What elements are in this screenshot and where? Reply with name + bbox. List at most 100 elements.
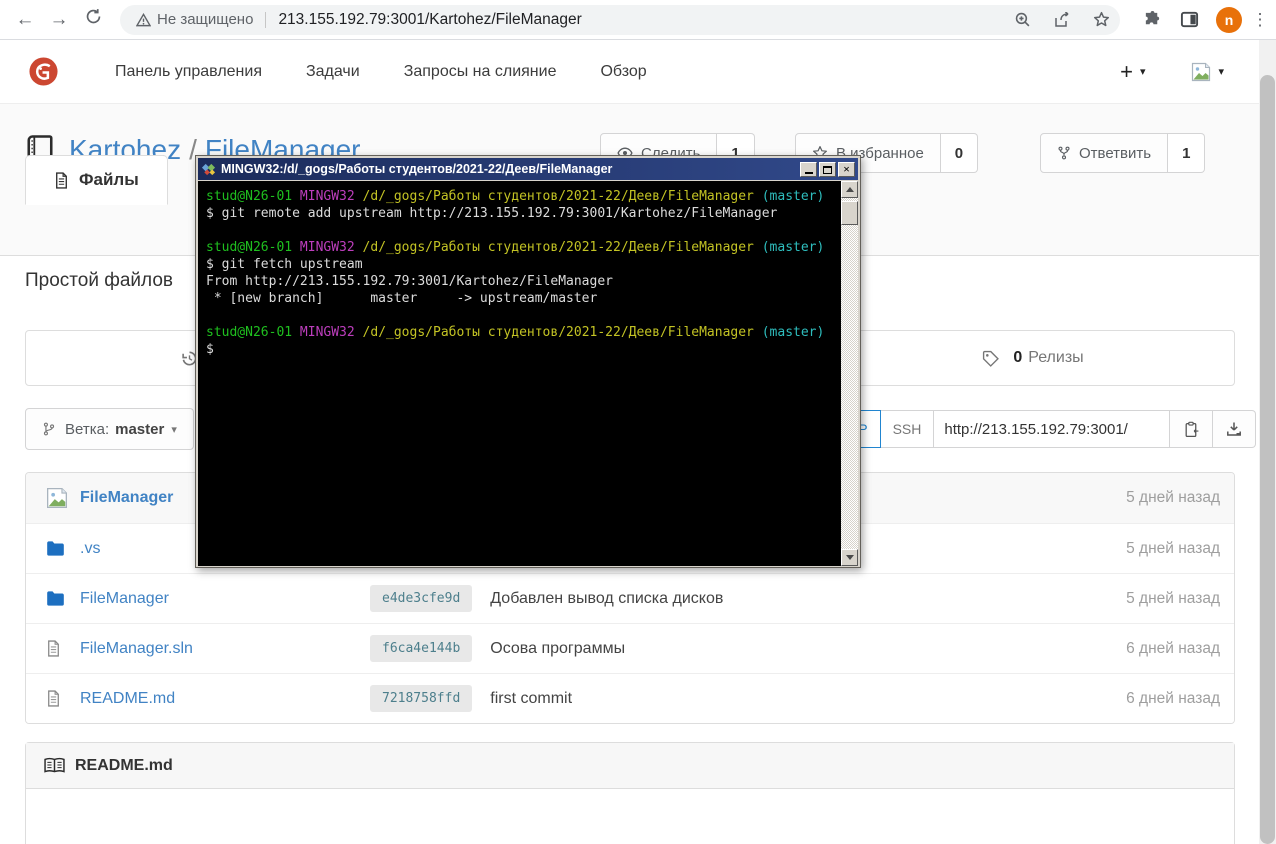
table-row: README.md 7218758ffd first commit 6 дней…: [26, 673, 1234, 723]
minimize-button[interactable]: [800, 161, 817, 177]
tag-icon: [983, 350, 1000, 367]
security-label[interactable]: Не защищено: [157, 11, 253, 28]
terminal-window[interactable]: MINGW32:/d/_gogs/Работы студентов/2021-2…: [195, 155, 861, 568]
gogs-logo-icon[interactable]: [28, 56, 59, 87]
terminal-line: $: [206, 342, 214, 357]
repo-description: Простой файлов: [25, 270, 174, 291]
close-button[interactable]: ×: [838, 161, 855, 177]
file-icon: [48, 640, 59, 657]
tab-files[interactable]: Файлы: [25, 155, 168, 205]
terminal-line: stud@N26-01 MINGW32 /d/_gogs/Работы студ…: [206, 325, 825, 340]
clone-url-input[interactable]: [934, 410, 1171, 448]
terminal-titlebar[interactable]: MINGW32:/d/_gogs/Работы студентов/2021-2…: [198, 158, 858, 180]
clipboard-copy-icon: [1185, 421, 1199, 437]
branch-name: master: [115, 420, 165, 438]
nav-item-1[interactable]: Задачи: [306, 63, 360, 81]
commit-hash-badge[interactable]: f6ca4e144b: [370, 635, 473, 662]
releases-stat[interactable]: 0 Релизы: [831, 331, 1234, 385]
terminal-line: $ git remote add upstream http://213.155…: [206, 206, 778, 221]
download-button[interactable]: [1213, 410, 1257, 448]
clone-bar: HTTP SSH: [818, 410, 1257, 448]
user-menu[interactable]: ▾: [1191, 62, 1224, 82]
terminal-line: From http://213.155.192.79:3001/Kartohez…: [206, 274, 613, 289]
table-row: FileManager e4de3cfe9d Добавлен вывод сп…: [26, 573, 1234, 623]
file-date: 6 дней назад: [1126, 639, 1220, 657]
copy-url-button[interactable]: [1170, 410, 1214, 448]
nav-items: Панель управления Задачи Запросы на слияни…: [93, 63, 669, 81]
chevron-down-icon: ▾: [1218, 66, 1224, 78]
not-secure-warning-icon: [136, 12, 151, 27]
maximize-button[interactable]: [819, 161, 836, 177]
scrollbar-thumb[interactable]: [841, 201, 858, 225]
file-icon: [48, 690, 59, 707]
file-date: 5 дней назад: [1126, 539, 1220, 557]
file-date: 6 дней назад: [1126, 689, 1220, 707]
terminal-line: $ git fetch upstream: [206, 257, 363, 272]
document-icon: [56, 171, 67, 189]
zoom-icon[interactable]: [1014, 11, 1031, 28]
bookmark-star-icon[interactable]: [1093, 11, 1110, 28]
navbar-right: + ▾ ▾: [1120, 59, 1224, 85]
fork-count[interactable]: 1: [1168, 133, 1206, 173]
star-count[interactable]: 0: [940, 133, 979, 173]
branch-selector[interactable]: Ветка: master ▾: [25, 408, 194, 450]
address-bar[interactable]: Не защищено 213.155.192.79:3001/Kartohez…: [120, 4, 1120, 35]
chevron-down-icon: ▾: [171, 423, 177, 436]
file-name-link[interactable]: README.md: [80, 690, 310, 708]
scroll-up-icon[interactable]: [841, 181, 858, 198]
page-scrollbar[interactable]: [1259, 40, 1276, 844]
browser-menu-icon[interactable]: ⋮: [1250, 10, 1270, 30]
terminal-line: stud@N26-01 MINGW32 /d/_gogs/Работы студ…: [206, 189, 825, 204]
url-text[interactable]: 213.155.192.79:3001/Kartohez/FileManager: [278, 11, 992, 29]
open-book-icon: [44, 757, 65, 773]
broken-avatar-icon: [1192, 62, 1211, 81]
commit-message: first commit: [490, 689, 573, 707]
terminal-body: stud@N26-01 MINGW32 /d/_gogs/Работы студ…: [198, 181, 858, 566]
download-icon: [1227, 422, 1242, 436]
terminal-screen[interactable]: stud@N26-01 MINGW32 /d/_gogs/Работы студ…: [198, 181, 841, 566]
scroll-down-icon[interactable]: [841, 549, 858, 566]
screen: ← → Не защищено 213.155.192.79:3001/Kart…: [0, 0, 1276, 844]
page-scrollbar-thumb[interactable]: [1260, 75, 1275, 844]
fork-group: Ответвить 1: [1040, 133, 1206, 173]
commit-hash-badge[interactable]: 7218758ffd: [370, 685, 473, 712]
readme-header: README.md: [26, 743, 1234, 789]
branch-label: Ветка:: [65, 420, 110, 438]
chevron-down-icon: ▾: [1139, 66, 1146, 78]
git-bash-icon: [201, 163, 216, 175]
broken-avatar-icon: [46, 487, 74, 509]
omnibox-divider: [265, 11, 267, 28]
file-name-link[interactable]: FileManager: [80, 590, 310, 608]
table-row: FileManager.sln f6ca4e144b Осова програм…: [26, 623, 1234, 673]
commit-message: Добавлен вывод списка дисков: [490, 589, 724, 607]
profile-avatar[interactable]: n: [1216, 6, 1242, 33]
extensions-icon[interactable]: [1143, 10, 1162, 29]
commit-message: Осова программы: [490, 639, 626, 657]
file-name-link[interactable]: FileManager.sln: [80, 640, 310, 658]
terminal-line: stud@N26-01 MINGW32 /d/_gogs/Работы студ…: [206, 240, 825, 255]
gogs-navbar: Панель управления Задачи Запросы на слияни…: [0, 40, 1276, 104]
commit-hash-badge[interactable]: e4de3cfe9d: [370, 585, 473, 612]
folder-icon: [47, 591, 64, 606]
file-date: 5 дней назад: [1126, 589, 1220, 607]
tab-files-label: Файлы: [79, 170, 139, 189]
ssh-button[interactable]: SSH: [880, 410, 935, 448]
browser-toolbar: ← → Не защищено 213.155.192.79:3001/Kart…: [0, 0, 1276, 40]
nav-item-0[interactable]: Панель управления: [115, 63, 262, 81]
terminal-scrollbar[interactable]: [841, 181, 858, 566]
new-repo-button[interactable]: + ▾: [1120, 59, 1145, 85]
forward-icon[interactable]: →: [42, 9, 76, 31]
branch-icon: [43, 422, 55, 436]
nav-item-2[interactable]: Запросы на слияние: [404, 63, 557, 81]
back-icon[interactable]: ←: [8, 9, 42, 31]
reload-icon[interactable]: [76, 8, 110, 31]
nav-item-3[interactable]: Обзор: [600, 63, 646, 81]
readme-title: README.md: [75, 756, 173, 774]
sidebar-icon[interactable]: [1180, 10, 1199, 29]
fork-icon: [1058, 146, 1070, 160]
fork-button[interactable]: Ответвить: [1040, 133, 1169, 173]
readme-panel: README.md: [25, 742, 1235, 844]
plus-icon: +: [1120, 58, 1133, 84]
share-icon[interactable]: [1053, 11, 1071, 28]
